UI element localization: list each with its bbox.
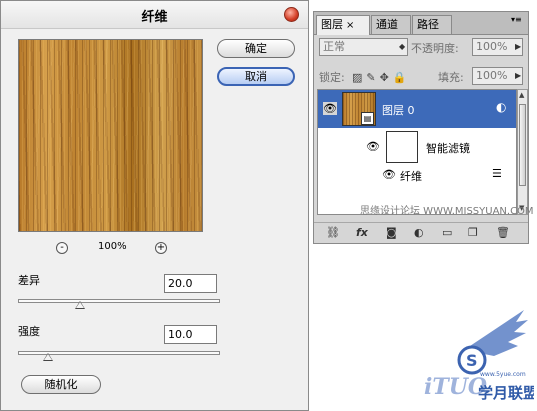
filter-preview[interactable] [18,39,203,232]
new-layer-icon[interactable]: ❐ [468,226,478,239]
lock-label: 锁定: [319,71,345,84]
logo-badge: S [466,351,478,370]
layers-toolbar: ⛓ fx ◙ ◐ ▭ ❐ 🗑 [314,222,528,244]
strength-slider[interactable] [18,351,220,361]
logo-brand: 学月联盟 [478,384,534,402]
trash-icon[interactable]: 🗑 [496,226,510,239]
opacity-arrow-icon[interactable]: ▶ [515,42,521,51]
strength-label: 强度 [18,325,40,338]
smart-filters-label: 智能滤镜 [426,142,470,155]
layer-row[interactable]: 👁 ▤ 图层 0 ◐ [318,90,516,128]
tab-channels[interactable]: 通道 [371,15,411,34]
site-logo: S iTUO 学月联盟 www.5yue.com [424,300,537,408]
fibers-dialog: 纤维 - 100% + 确定 取消 差异 20.0 强度 10.0 随机化 [0,0,309,411]
scroll-up-icon[interactable]: ▲ [519,91,524,99]
dialog-title: 纤维 [141,10,168,25]
layer-thumbnail: ▤ [342,92,376,126]
blend-mode-arrow-icon: ◆ [399,42,406,51]
fill-label: 填充: [438,71,464,84]
filter-options-icon[interactable]: ☰ [492,167,502,180]
wings-logo-icon: S iTUO 学月联盟 www.5yue.com [424,310,537,402]
ok-button[interactable]: 确定 [217,39,295,58]
variance-slider[interactable] [18,299,220,309]
variance-label: 差异 [18,274,40,287]
eye-icon[interactable]: 👁 [382,168,396,181]
tab-channels-label: 通道 [376,18,398,31]
tab-layers-label: 图层 [321,18,343,31]
filter-row[interactable]: 👁 纤维 ☰ [318,166,516,184]
cancel-button[interactable]: 取消 [217,67,295,86]
layers-panel: 图层 × 通道 路径 ▾≡ 正常 ◆ 不透明度: 100% ▶ 锁定: ▨✎✥🔒 … [313,11,534,244]
zoom-out-button[interactable]: - [56,242,68,254]
panel-menu-icon[interactable]: ▾≡ [511,15,522,24]
fill-arrow-icon[interactable]: ▶ [515,71,521,80]
panel-tabbar: 图层 × 通道 路径 ▾≡ [314,12,528,35]
dialog-titlebar[interactable]: 纤维 [1,1,308,29]
zoom-level: 100% [98,241,127,252]
zoom-in-button[interactable]: + [155,242,167,254]
link-icon[interactable]: ⛓ [326,226,340,239]
logo-url: www.5yue.com [480,371,526,378]
mask-icon[interactable]: ◙ [386,226,397,239]
smart-filters-row[interactable]: 👁 智能滤镜 [318,128,516,166]
blend-mode-select[interactable]: 正常 [319,38,408,56]
folder-icon[interactable]: ▭ [442,226,452,239]
variance-input[interactable]: 20.0 [164,274,217,293]
opacity-label: 不透明度: [411,42,459,55]
adjustment-icon[interactable]: ◐ [414,226,424,239]
eye-icon[interactable]: 👁 [323,102,337,115]
smart-filter-indicator-icon: ◐ [496,100,507,114]
eye-icon[interactable]: 👁 [366,140,380,153]
randomize-button[interactable]: 随机化 [21,375,101,394]
close-icon[interactable] [284,7,299,22]
variance-slider-thumb[interactable] [75,301,85,309]
smart-object-icon: ▤ [361,112,374,125]
scrollbar-thumb[interactable] [519,104,526,186]
fx-icon[interactable]: fx [356,226,368,239]
tab-layers[interactable]: 图层 × [316,15,370,35]
strength-input[interactable]: 10.0 [164,325,217,344]
close-icon[interactable]: × [346,20,354,31]
forum-watermark: 思缘设计论坛 WWW.MISSYUAN.COM [360,206,534,217]
strength-slider-thumb[interactable] [43,353,53,361]
filter-mask-thumbnail [386,131,418,163]
lock-icons[interactable]: ▨✎✥🔒 [352,71,411,84]
layer-name[interactable]: 图层 0 [382,102,415,118]
tab-paths-label: 路径 [417,18,439,31]
filter-name[interactable]: 纤维 [400,168,422,184]
layers-list: 👁 ▤ 图层 0 ◐ 👁 智能滤镜 👁 纤维 ☰ [317,89,517,215]
layers-scrollbar[interactable]: ▲ ▼ [517,89,528,215]
tab-paths[interactable]: 路径 [412,15,452,34]
